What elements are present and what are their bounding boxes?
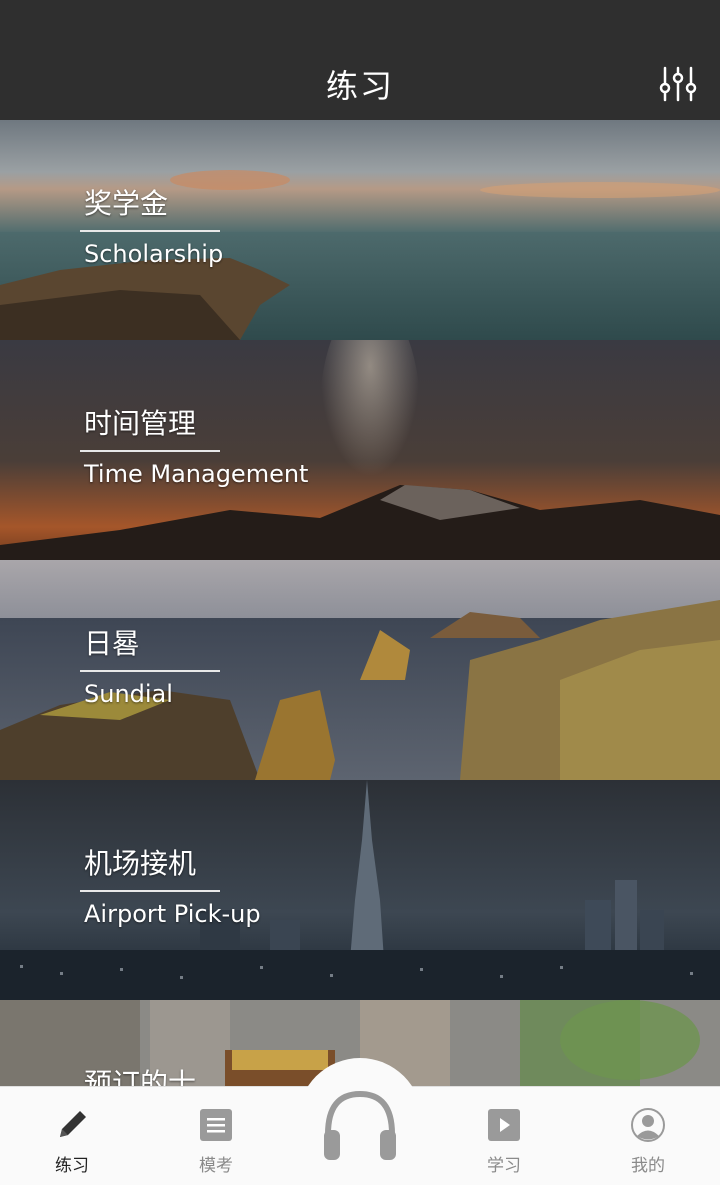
page-title: 练习	[325, 67, 394, 105]
card-title-en: Sundial	[84, 680, 173, 708]
card-text: 机场接机 Airport Pick-up	[80, 844, 261, 930]
divider	[80, 230, 220, 232]
status-bar	[0, 0, 720, 48]
app-header: 练习	[0, 48, 720, 120]
document-list-icon	[200, 1109, 232, 1141]
tab-mock-exam[interactable]: 模考	[166, 1087, 266, 1185]
card-title-zh: 奖学金	[84, 187, 169, 220]
card-text: 奖学金 Scholarship	[80, 184, 224, 270]
profile-icon	[631, 1108, 665, 1142]
card-title-zh: 日晷	[84, 627, 141, 660]
topic-card-time-management[interactable]: 时间管理 Time Management	[0, 340, 720, 560]
divider	[80, 670, 220, 672]
card-title-en: Scholarship	[84, 240, 224, 268]
card-title-zh: 机场接机	[84, 847, 197, 880]
tab-mine[interactable]: 我的	[598, 1087, 698, 1185]
listen-center-button[interactable]	[298, 1058, 422, 1182]
practice-topic-list: 奖学金 Scholarship 时间管理 Time Management 日晷 …	[0, 120, 720, 1086]
card-title-zh: 预订的士	[84, 1067, 197, 1086]
filter-sliders-icon[interactable]	[658, 66, 698, 102]
tab-label: 我的	[631, 1156, 665, 1176]
topic-card-airport-pickup[interactable]: 机场接机 Airport Pick-up	[0, 780, 720, 1000]
divider	[80, 450, 220, 452]
tab-practice[interactable]: 练习	[22, 1087, 122, 1185]
card-title-zh: 时间管理	[84, 407, 197, 440]
divider	[80, 890, 220, 892]
tab-label: 练习	[55, 1156, 89, 1176]
topic-card-sundial[interactable]: 日晷 Sundial	[0, 560, 720, 780]
card-title-en: Airport Pick-up	[84, 900, 261, 928]
play-icon	[488, 1109, 520, 1141]
card-text: 预订的士	[84, 1064, 196, 1086]
tab-label: 学习	[487, 1156, 521, 1176]
headphones-icon	[324, 1090, 396, 1160]
topic-card-scholarship[interactable]: 奖学金 Scholarship	[0, 120, 720, 340]
card-text: 日晷 Sundial	[80, 624, 220, 710]
card-title-en: Time Management	[84, 460, 309, 488]
card-text: 时间管理 Time Management	[80, 404, 309, 490]
pencil-icon	[60, 1111, 86, 1137]
tab-study[interactable]: 学习	[454, 1087, 554, 1185]
tab-label: 模考	[199, 1156, 233, 1176]
